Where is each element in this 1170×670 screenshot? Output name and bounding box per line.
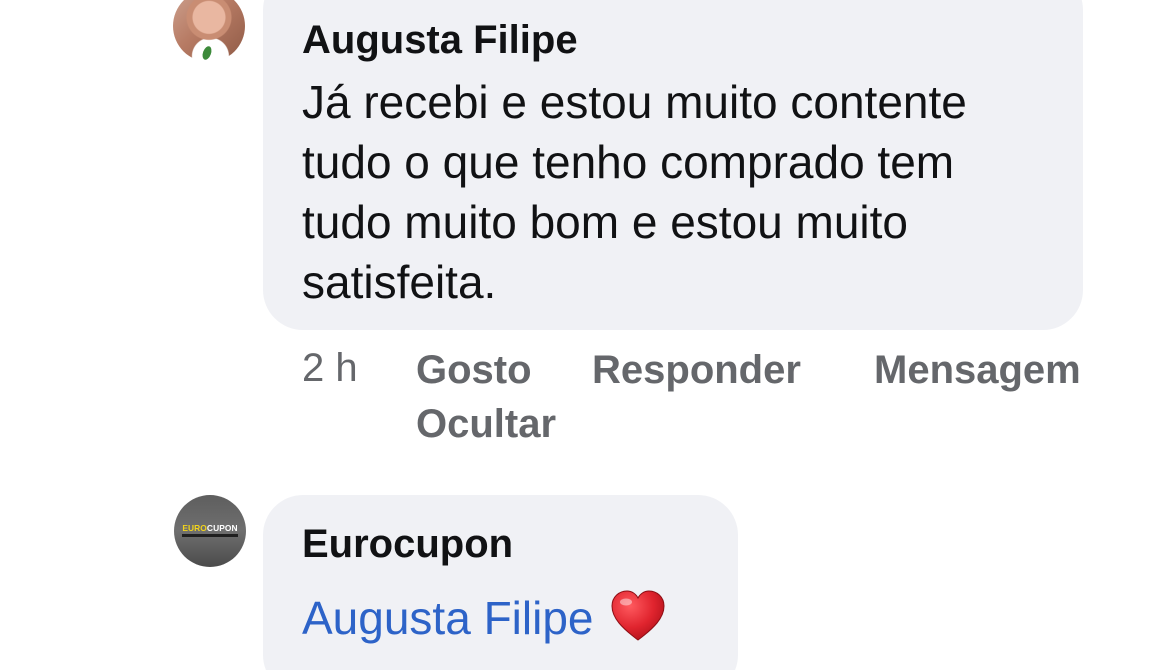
comment-text-line: Já recebi e estou muito contente	[302, 76, 967, 128]
comment-timestamp[interactable]: 2 h	[302, 346, 358, 391]
comment-text-line: satisfeita.	[302, 256, 497, 308]
logo-text-cupon: CUPON	[206, 523, 238, 533]
avatar-eurocupon[interactable]: EUROCUPON	[174, 495, 246, 567]
like-button[interactable]: Gosto	[416, 348, 532, 393]
reply-button[interactable]: Responder	[592, 348, 801, 393]
mention-link[interactable]: Augusta Filipe	[302, 592, 594, 644]
comment-text-line: tudo o que tenho comprado tem	[302, 136, 955, 188]
comments-thread: Augusta Filipe Já recebi e estou muito c…	[0, 0, 1170, 670]
comment-text-line: tudo muito bom e estou muito	[302, 196, 908, 248]
heart-icon	[610, 590, 666, 642]
comment-author-name[interactable]: Augusta Filipe	[302, 18, 578, 63]
reply-author-name[interactable]: Eurocupon	[302, 522, 513, 567]
heart-icon-svg	[610, 590, 665, 641]
logo-text-euro: EURO	[182, 523, 207, 533]
comment-text: Já recebi e estou muito contente tudo o …	[302, 72, 1062, 312]
hide-button[interactable]: Ocultar	[416, 402, 556, 447]
logo-tagline-bar	[182, 534, 238, 537]
avatar-photo-detail	[200, 45, 214, 61]
avatar-augusta-filipe[interactable]	[173, 0, 245, 62]
message-button[interactable]: Mensagem	[874, 348, 1081, 393]
eurocupon-logo: EUROCUPON	[177, 523, 243, 533]
reply-text: Augusta Filipe	[302, 590, 666, 645]
